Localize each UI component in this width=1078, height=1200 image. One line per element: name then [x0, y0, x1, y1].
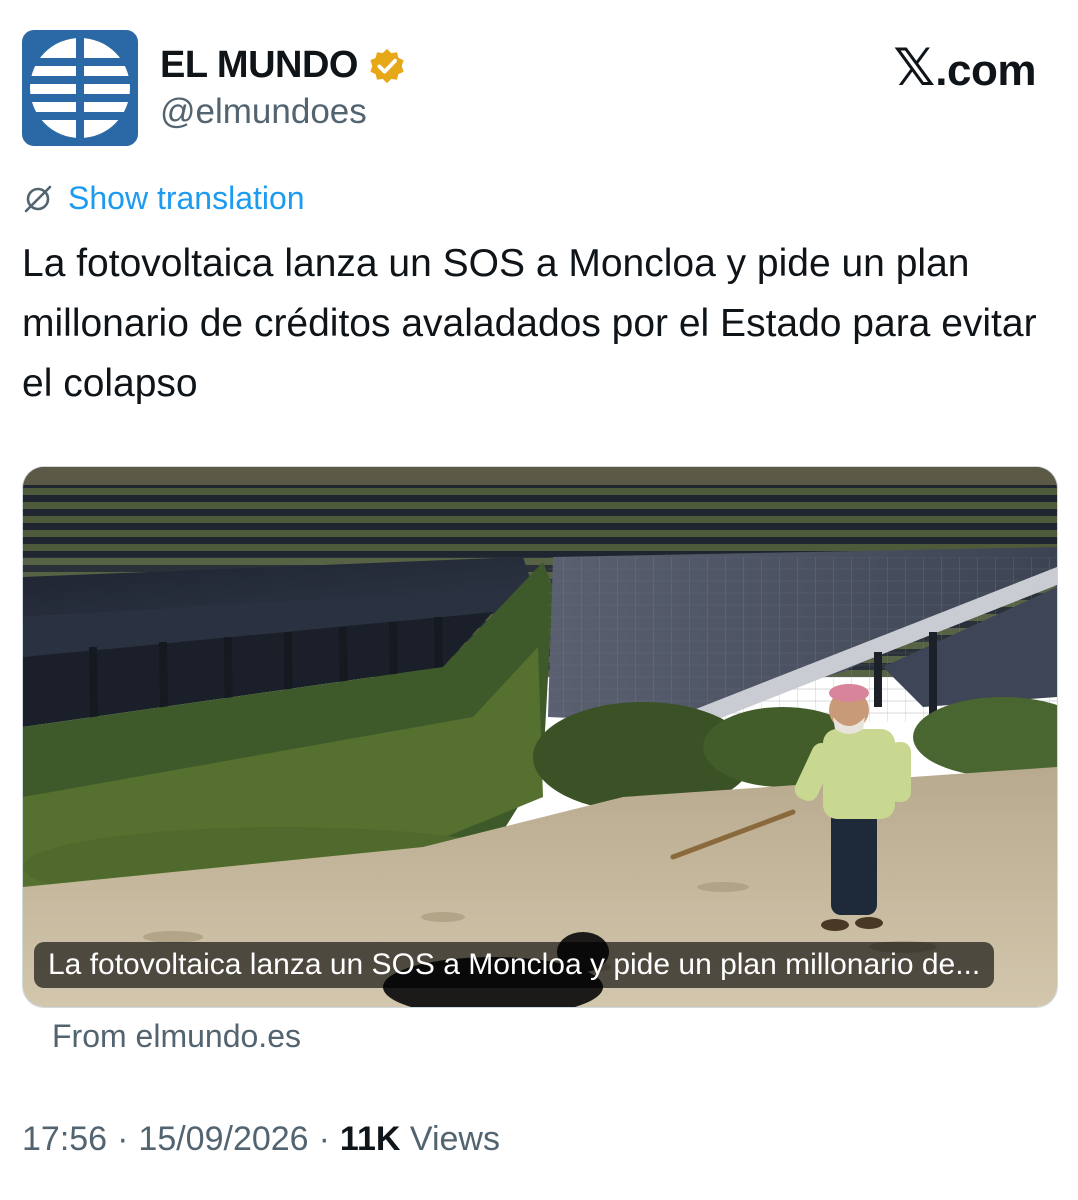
avatar[interactable] — [22, 30, 138, 146]
tweet-time[interactable]: 17:56 — [22, 1120, 107, 1159]
account-name-row[interactable]: EL MUNDO — [160, 44, 406, 87]
tweet-date[interactable]: 15/09/2026 — [138, 1120, 308, 1159]
views-label: Views — [409, 1120, 500, 1158]
link-card[interactable] — [22, 466, 1058, 1008]
show-translation-label[interactable]: Show translation — [68, 180, 305, 217]
tweet-text: La fotovoltaica lanza un SOS a Moncloa y… — [22, 242, 1037, 405]
globe-icon — [28, 36, 132, 140]
tweet-meta: 17:56 · 15/09/2026 · 11K Views — [22, 1120, 500, 1159]
meta-separator: · — [318, 1120, 330, 1158]
card-caption[interactable]: La fotovoltaica lanza un SOS a Moncloa y… — [34, 942, 995, 988]
globe-slash-icon — [24, 185, 52, 212]
meta-separator: · — [117, 1120, 129, 1158]
views-stat[interactable]: 11K Views — [340, 1120, 500, 1159]
x-logo-icon: 𝕏 — [893, 39, 936, 97]
show-translation-button[interactable]: Show translation — [22, 180, 305, 217]
views-count: 11K — [339, 1120, 401, 1158]
brand-logo: 𝕏 .com — [893, 42, 1036, 94]
account-name[interactable]: EL MUNDO — [160, 44, 358, 87]
brand-suffix: .com — [935, 46, 1036, 95]
verified-badge-icon — [370, 48, 404, 83]
article-photo — [23, 467, 1057, 1007]
account-handle[interactable]: @elmundoes — [160, 92, 367, 132]
card-source[interactable]: From elmundo.es — [52, 1018, 301, 1055]
